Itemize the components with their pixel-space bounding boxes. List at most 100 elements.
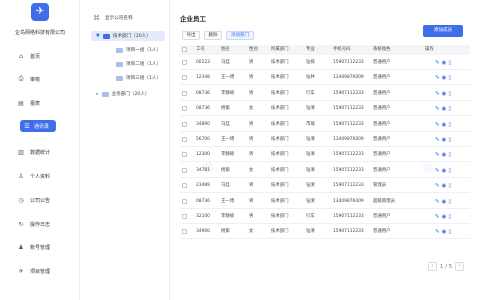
sidebar-item-4[interactable]: ▥ 数据统计 <box>16 146 66 158</box>
view-icon[interactable]: ◉ <box>442 91 448 97</box>
trash-icon[interactable]: ▯ <box>448 106 452 112</box>
table-cell: 女 <box>249 106 254 112</box>
view-icon[interactable]: ◉ <box>442 229 448 235</box>
view-icon[interactable]: ◉ <box>442 137 448 143</box>
sidebar-item-7[interactable]: ↻ 操作日志 <box>16 218 66 230</box>
table-cell: 市域 <box>306 121 315 127</box>
row-checkbox[interactable] <box>182 106 187 112</box>
table-row[interactable]: 08736 李静硕 男 技术部门 行车 15907112233 普通用户 ✎◉▯ <box>180 88 470 101</box>
table-row[interactable]: 00123 马廷 男 技术部门 钻探 15907112233 普通用户 ✎◉▯ <box>180 57 470 70</box>
edit-icon[interactable]: ✎ <box>435 122 441 128</box>
table-row[interactable]: 12348 王一博 男 技术部门 钻井 13409876009 普通用户 ✎◉▯ <box>180 72 470 86</box>
select-all-checkbox[interactable] <box>182 47 187 52</box>
table-row[interactable]: 56700 王一博 男 技术部门 钻清 13409876009 普通用户 ✎◉▯ <box>180 134 470 147</box>
log-icon: ↻ <box>18 220 24 228</box>
trash-icon[interactable]: ▯ <box>448 75 452 81</box>
sidebar-item-1[interactable]: ⎙ 审核 <box>16 73 66 85</box>
table-row[interactable]: 34900 杨紫 女 技术部门 钻清 15907112233 普通用户 ✎◉▯ <box>180 226 470 240</box>
trash-icon[interactable]: ▯ <box>448 183 452 189</box>
table-cell: 技术部门 <box>271 121 289 127</box>
edit-icon[interactable]: ✎ <box>435 75 441 81</box>
sidebar-item-9[interactable]: ✈ 项目管理 <box>16 265 66 277</box>
caret-down-icon[interactable]: ▼ <box>96 33 100 39</box>
sidebar-item-2[interactable]: ▤ 报表 <box>16 97 66 109</box>
row-checkbox[interactable] <box>182 60 187 65</box>
prev-page-button[interactable]: ‹ <box>428 262 437 271</box>
table-row[interactable]: 32100 李静硕 男 技术部门 行车 15907112233 普通用户 ✎◉▯ <box>180 211 470 224</box>
tree-root[interactable]: ⌘ 显示公司名称 <box>93 14 133 22</box>
row-checkbox[interactable] <box>182 167 187 173</box>
table-cell: 普通用户 <box>373 229 391 235</box>
row-actions: ✎◉▯ <box>435 180 453 193</box>
view-icon[interactable]: ◉ <box>442 122 448 128</box>
row-checkbox[interactable] <box>182 152 187 158</box>
view-icon[interactable]: ◉ <box>442 152 448 158</box>
edit-icon[interactable]: ✎ <box>435 183 441 189</box>
tree-item-group-2[interactable]: 项目二组（1人） <box>116 61 161 67</box>
folder-icon <box>102 33 110 39</box>
edit-icon[interactable]: ✎ <box>435 199 441 205</box>
row-checkbox[interactable] <box>182 214 187 219</box>
trash-icon[interactable]: ▯ <box>448 229 452 235</box>
table-row[interactable]: 08736 杨紫 女 技术部门 钻清 15907112233 普通用户 ✎◉▯ <box>180 103 470 117</box>
table-row[interactable]: 08736 王一博 男 技术部门 钻清 13409876009 超级管理员 ✎◉▯ <box>180 196 470 209</box>
table-header: 工号 姓名 性别 所属部门 专业 手机号码 系统角色 操作 <box>180 45 470 55</box>
export-button[interactable]: 导出 <box>182 31 200 40</box>
row-checkbox[interactable] <box>182 183 187 189</box>
sidebar-item-label: 数据统计 <box>30 149 51 156</box>
add-member-button[interactable]: 添加成员 <box>423 25 463 37</box>
view-icon[interactable]: ◉ <box>442 106 448 112</box>
user-icon: ♙ <box>18 172 24 180</box>
paper-plane-icon[interactable]: ✈ <box>31 3 49 21</box>
table-cell: 15907112233 <box>333 152 364 158</box>
sidebar-item-0[interactable]: ⌂ 首页 <box>16 50 66 62</box>
table-cell: 普通用户 <box>373 152 391 158</box>
edit-icon[interactable]: ✎ <box>435 91 441 97</box>
edit-icon[interactable]: ✎ <box>435 60 441 66</box>
add-department-button[interactable]: 添加部门 <box>226 31 254 40</box>
row-checkbox[interactable] <box>182 229 187 235</box>
sidebar-item-8[interactable]: ♟ 账号管理 <box>16 241 66 253</box>
view-icon[interactable]: ◉ <box>442 199 448 205</box>
trash-icon[interactable]: ▯ <box>448 91 452 97</box>
trash-icon[interactable]: ▯ <box>448 60 452 66</box>
table-row[interactable]: 34890 马廷 男 技术部门 市域 15907112233 普通用户 ✎◉▯ <box>180 119 470 132</box>
table-row[interactable]: 23489 马廷 男 技术部门 钻清 15907112233 管理员 ✎◉▯ <box>180 180 470 194</box>
table-cell: 32100 <box>196 214 210 219</box>
trash-icon[interactable]: ▯ <box>448 199 452 205</box>
view-icon[interactable]: ◉ <box>442 214 448 220</box>
view-icon[interactable]: ◉ <box>442 168 448 174</box>
edit-icon[interactable]: ✎ <box>435 229 441 235</box>
trash-icon[interactable]: ▯ <box>448 214 452 220</box>
tree-item-group-1[interactable]: 项目一组（1人） <box>116 47 161 53</box>
next-page-button[interactable]: › <box>455 262 465 271</box>
tree-item-business-dept[interactable]: ▸ 业务部门（20人） <box>96 91 150 97</box>
caret-right-icon[interactable]: ▸ <box>96 91 99 97</box>
row-checkbox[interactable] <box>182 137 187 142</box>
view-icon[interactable]: ◉ <box>442 183 448 189</box>
trash-icon[interactable]: ▯ <box>448 152 452 158</box>
delete-button[interactable]: 删除 <box>204 31 222 40</box>
row-checkbox[interactable] <box>182 198 187 204</box>
table-cell: 15907112233 <box>333 183 364 189</box>
row-checkbox[interactable] <box>182 121 187 127</box>
tree-item-label: 项目三组（1人） <box>126 76 162 81</box>
view-icon[interactable]: ◉ <box>442 60 448 66</box>
trash-icon[interactable]: ▯ <box>448 168 452 174</box>
row-checkbox[interactable] <box>182 75 187 81</box>
sidebar-item-6[interactable]: ◷ 公司公告 <box>16 194 66 206</box>
tree-item-tech-dept[interactable]: ▼ 技术部门（20人） <box>96 33 151 39</box>
trash-icon[interactable]: ▯ <box>448 137 452 143</box>
row-checkbox[interactable] <box>182 90 187 96</box>
edit-icon[interactable]: ✎ <box>435 214 441 220</box>
column-header: 性别 <box>249 47 258 52</box>
edit-icon[interactable]: ✎ <box>435 137 441 143</box>
edit-icon[interactable]: ✎ <box>435 152 441 158</box>
trash-icon[interactable]: ▯ <box>448 122 452 128</box>
tree-item-group-3[interactable]: 项目三组（1人） <box>116 75 161 81</box>
sidebar-item-5[interactable]: ♙ 个人资料 <box>16 170 66 182</box>
sidebar-item-3[interactable]: ☰ 通讯录 <box>20 120 56 132</box>
view-icon[interactable]: ◉ <box>442 75 448 81</box>
current-page[interactable]: 1 <box>440 264 443 270</box>
edit-icon[interactable]: ✎ <box>435 106 441 112</box>
